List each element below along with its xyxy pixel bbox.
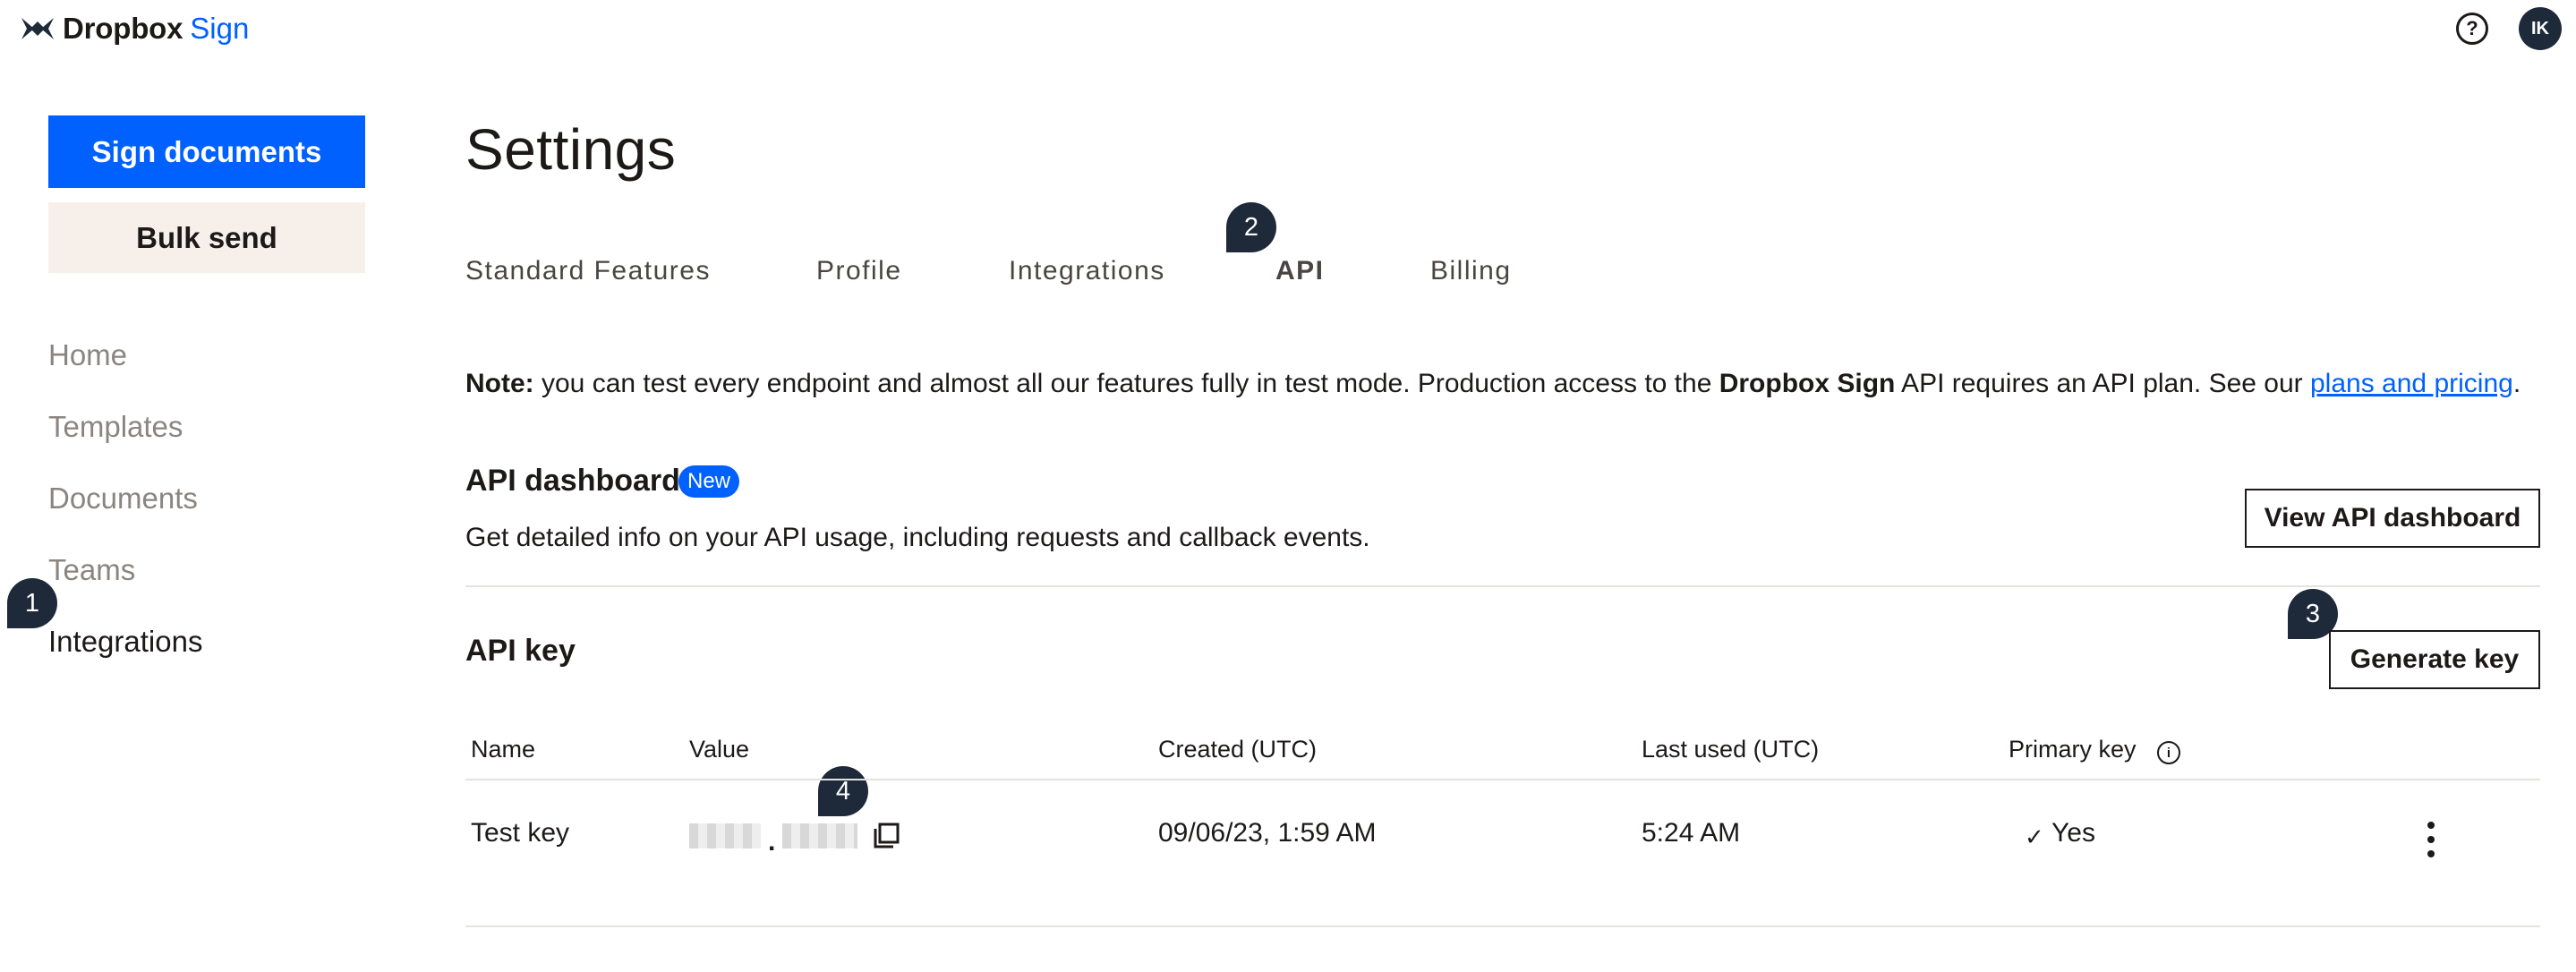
check-icon: ✓: [2025, 823, 2044, 850]
column-header-created: Created (UTC): [1158, 736, 1318, 763]
api-dashboard-description: Get detailed info on your API usage, inc…: [465, 523, 1370, 552]
masked-key-value-right: [782, 823, 857, 848]
note-prefix: Note:: [465, 369, 534, 398]
generate-key-button[interactable]: Generate key: [2329, 630, 2540, 689]
key-primary: Yes: [2051, 818, 2095, 848]
tab-profile[interactable]: Profile: [816, 256, 902, 286]
column-header-last-used: Last used (UTC): [1642, 736, 1820, 763]
table-bottom-divider: [465, 925, 2540, 927]
step-marker-2: 2: [1226, 202, 1276, 252]
step-marker-1: 1: [7, 578, 57, 628]
tab-standard-features[interactable]: Standard Features: [465, 256, 711, 286]
brand-product: Sign: [190, 12, 250, 45]
sidebar-item-templates[interactable]: Templates: [48, 410, 183, 444]
info-icon[interactable]: i: [2157, 741, 2180, 764]
api-note: Note: you can test every endpoint and al…: [465, 369, 2521, 399]
sign-documents-button[interactable]: Sign documents: [48, 115, 365, 188]
column-header-primary-key: Primary key: [2009, 736, 2137, 763]
sidebar-item-home[interactable]: Home: [48, 338, 127, 372]
copy-icon[interactable]: [872, 822, 900, 850]
sidebar-item-documents[interactable]: Documents: [48, 482, 198, 516]
dropbox-sign-logo[interactable]: Dropbox Sign: [21, 12, 250, 45]
note-text-2: API requires an API plan. See our: [1895, 369, 2310, 398]
settings-page: Dropbox Sign ? IK Sign documents Bulk se…: [0, 0, 2576, 972]
tab-billing[interactable]: Billing: [1430, 256, 1512, 286]
tab-api[interactable]: API: [1275, 256, 1325, 286]
more-options-icon[interactable]: [2420, 822, 2442, 857]
divider: [465, 585, 2540, 587]
table-header-divider: [465, 779, 2540, 780]
tab-integrations[interactable]: Integrations: [1009, 256, 1165, 286]
note-suffix: .: [2512, 369, 2521, 398]
note-bold: Dropbox Sign: [1719, 369, 1896, 398]
page-title: Settings: [465, 117, 677, 182]
masked-key-separator: .: [768, 827, 776, 857]
new-badge: New: [678, 465, 740, 498]
sidebar-item-integrations[interactable]: Integrations: [48, 625, 202, 659]
column-header-value: Value: [689, 736, 750, 763]
brand-name: Dropbox: [63, 12, 183, 45]
step-marker-4: 4: [818, 766, 868, 816]
view-api-dashboard-button[interactable]: View API dashboard: [2245, 489, 2540, 548]
question-circle-icon[interactable]: ?: [2456, 13, 2488, 45]
note-text-1: you can test every endpoint and almost a…: [533, 369, 1719, 398]
key-name: Test key: [471, 818, 570, 848]
plans-and-pricing-link[interactable]: plans and pricing: [2310, 369, 2513, 398]
column-header-name: Name: [471, 736, 536, 763]
api-dashboard-title: API dashboard: [465, 464, 680, 498]
key-last-used: 5:24 AM: [1642, 818, 1741, 848]
dropbox-logo-icon: [21, 18, 54, 39]
avatar[interactable]: IK: [2519, 7, 2562, 50]
key-created: 09/06/23, 1:59 AM: [1158, 818, 1377, 848]
sidebar-item-teams[interactable]: Teams: [48, 553, 135, 587]
api-key-title: API key: [465, 634, 576, 668]
bulk-send-button[interactable]: Bulk send: [48, 202, 365, 273]
masked-key-value-left: [689, 823, 761, 848]
